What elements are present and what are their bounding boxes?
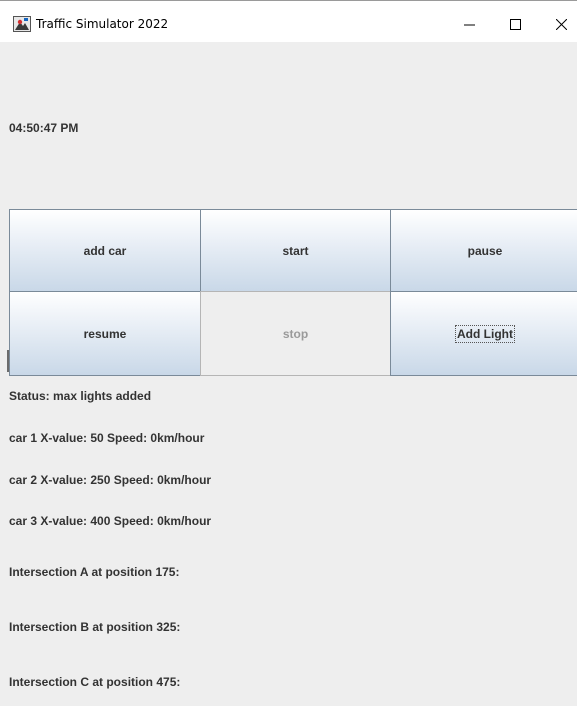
minimize-icon	[464, 24, 475, 26]
close-button[interactable]	[538, 8, 577, 40]
stop-label: stop	[282, 326, 309, 341]
add-light-button[interactable]: Add Light	[390, 291, 577, 376]
stop-button[interactable]: stop	[200, 291, 391, 376]
intersection-c-label: Intersection C at position 475:	[9, 675, 181, 689]
start-label: start	[282, 243, 309, 258]
maximize-icon	[510, 19, 521, 30]
window-title: Traffic Simulator 2022	[36, 17, 169, 31]
close-icon	[556, 19, 567, 30]
start-button[interactable]: start	[200, 209, 391, 292]
clock-label: 04:50:47 PM	[9, 121, 79, 135]
pause-button[interactable]: pause	[390, 209, 577, 292]
add-car-button[interactable]: add car	[9, 209, 201, 292]
title-bar[interactable]: Traffic Simulator 2022	[0, 0, 577, 42]
status-label: Status: max lights added	[9, 389, 152, 403]
intersection-a-label: Intersection A at position 175:	[9, 565, 180, 579]
control-buttons: add car start pause resume stop Add Ligh…	[9, 209, 577, 376]
car-3-label: car 3 X-value: 400 Speed: 0km/hour	[9, 514, 212, 528]
car-2-label: car 2 X-value: 250 Speed: 0km/hour	[9, 473, 212, 487]
pause-label: pause	[467, 243, 503, 258]
minimize-button[interactable]	[446, 8, 492, 40]
resume-button[interactable]: resume	[9, 291, 201, 376]
intersection-b-label: Intersection B at position 325:	[9, 620, 181, 634]
add-light-label: Add Light	[455, 324, 515, 343]
add-car-label: add car	[83, 243, 127, 258]
resume-label: resume	[83, 326, 127, 341]
java-app-icon	[13, 16, 31, 32]
car-1-label: car 1 X-value: 50 Speed: 0km/hour	[9, 431, 205, 445]
maximize-button[interactable]	[492, 8, 538, 40]
